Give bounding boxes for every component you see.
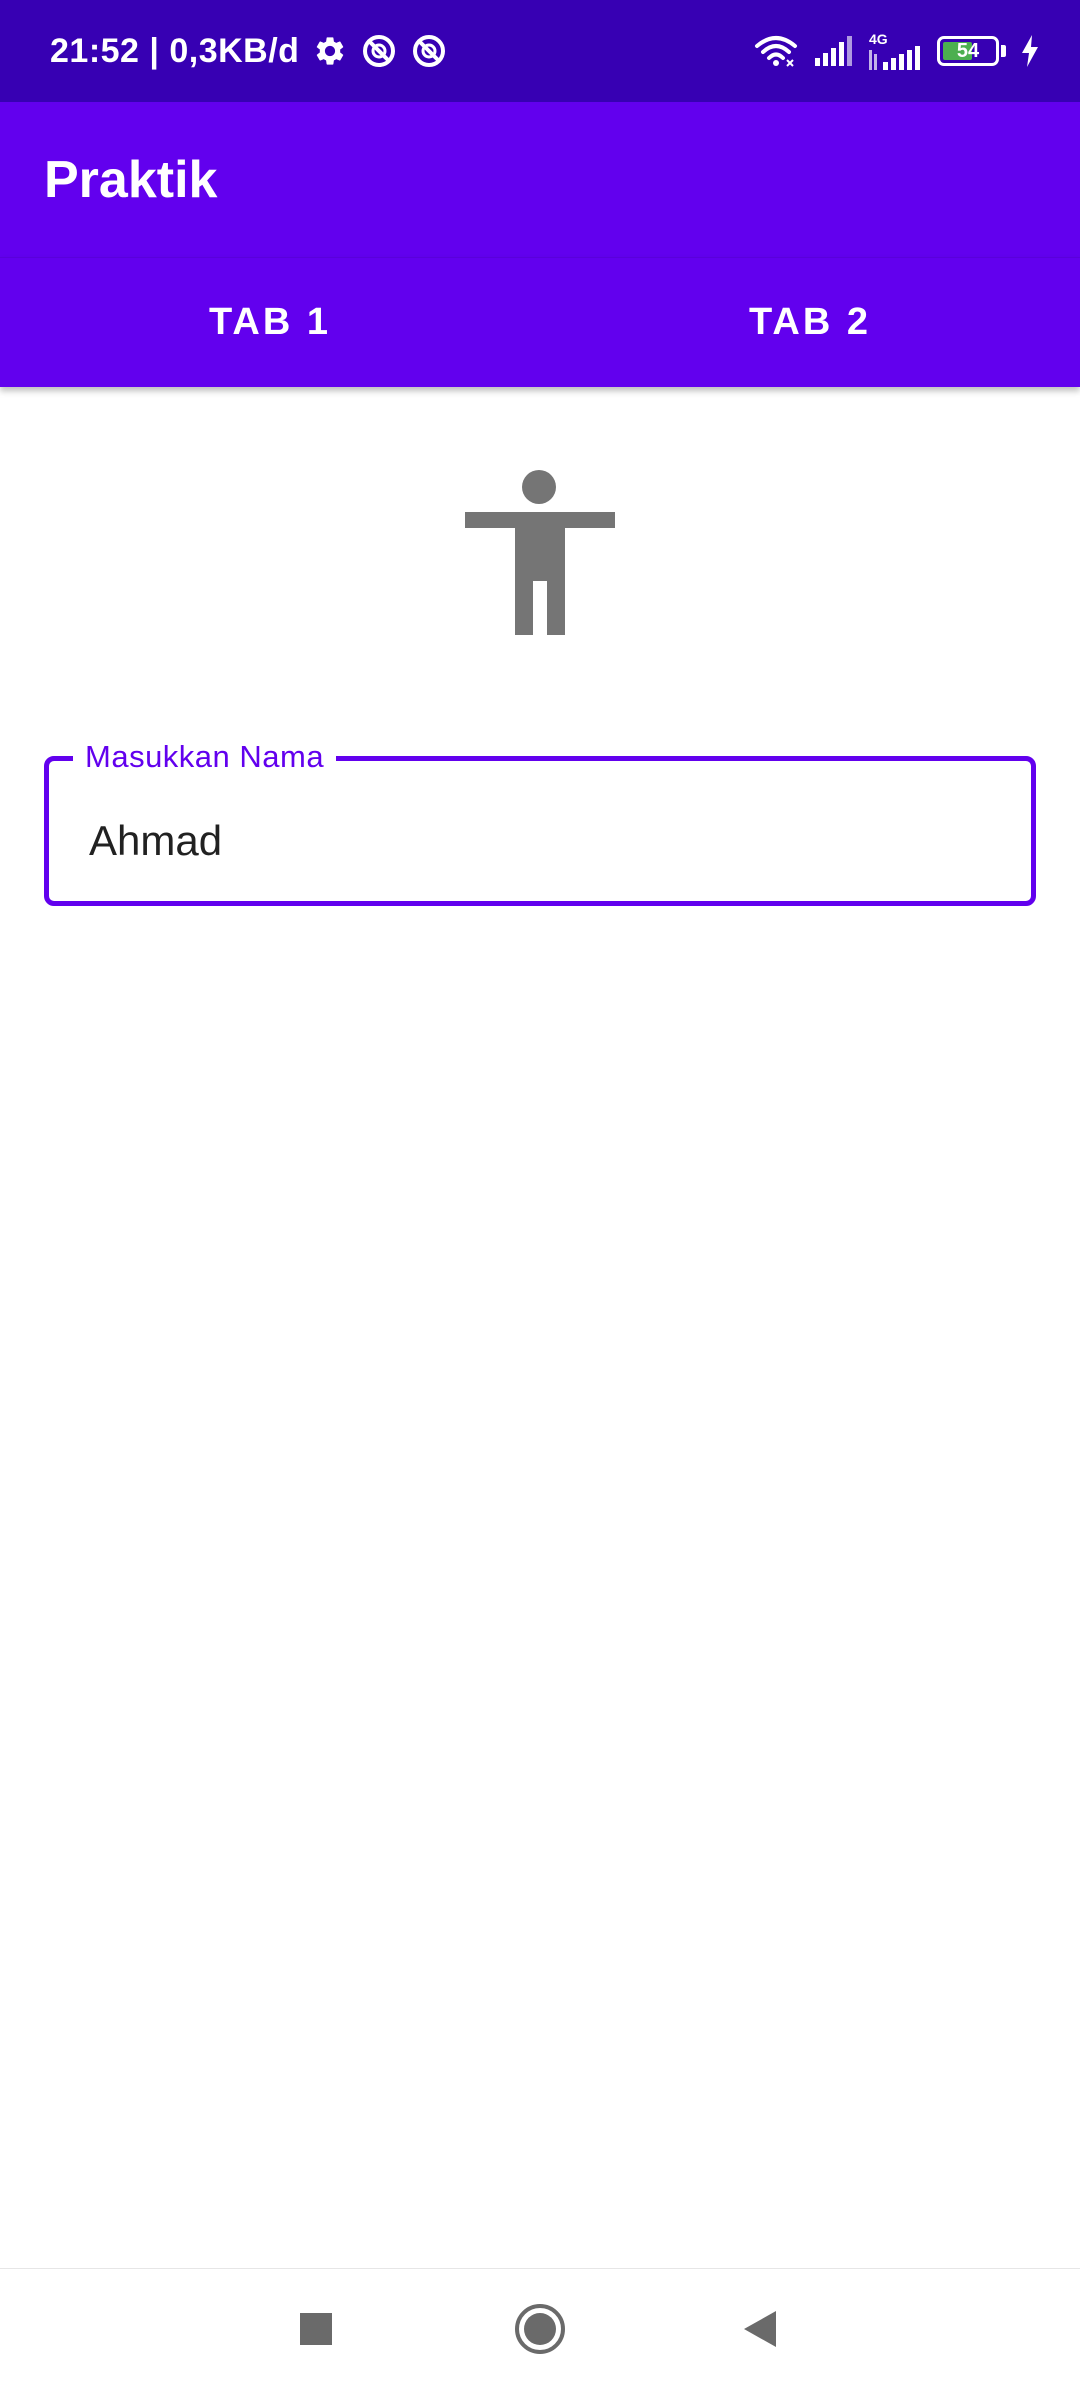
tab-2[interactable]: TAB 2 — [540, 258, 1080, 387]
no-disturb-icon — [361, 33, 397, 69]
network-type-label: 4G — [869, 31, 888, 47]
navigation-bar — [0, 2268, 1080, 2400]
signal-icon — [813, 36, 855, 66]
signal-4g-icon: 4G — [869, 32, 923, 70]
tab-1[interactable]: TAB 1 — [0, 258, 540, 387]
battery-body: 54 — [937, 36, 999, 66]
status-bar: 21:52 | 0,3KB/d 4G 54 — [0, 0, 1080, 102]
no-disturb-icon — [411, 33, 447, 69]
battery-cap — [1001, 45, 1006, 57]
wifi-icon — [753, 34, 799, 68]
recents-button[interactable] — [280, 2295, 352, 2367]
tab-bar: TAB 1 TAB 2 — [0, 257, 1080, 387]
charging-icon — [1020, 35, 1040, 67]
battery-level: 54 — [956, 39, 980, 62]
gear-icon — [313, 34, 347, 68]
back-button[interactable] — [724, 2295, 796, 2367]
accessibility-figure-icon — [465, 470, 615, 635]
app-bar: Praktik — [0, 102, 1080, 257]
home-button[interactable] — [504, 2295, 576, 2367]
recents-square-icon — [298, 2311, 334, 2352]
name-field[interactable]: Masukkan Nama — [44, 739, 1036, 906]
back-triangle-icon — [740, 2309, 780, 2354]
app-title: Praktik — [44, 150, 218, 209]
home-circle-icon — [513, 2302, 567, 2361]
status-left: 21:52 | 0,3KB/d — [50, 32, 447, 71]
status-right: 4G 54 — [753, 32, 1040, 70]
status-time-speed: 21:52 | 0,3KB/d — [50, 31, 300, 70]
battery-icon: 54 — [937, 36, 1006, 66]
name-input[interactable] — [49, 761, 1031, 901]
